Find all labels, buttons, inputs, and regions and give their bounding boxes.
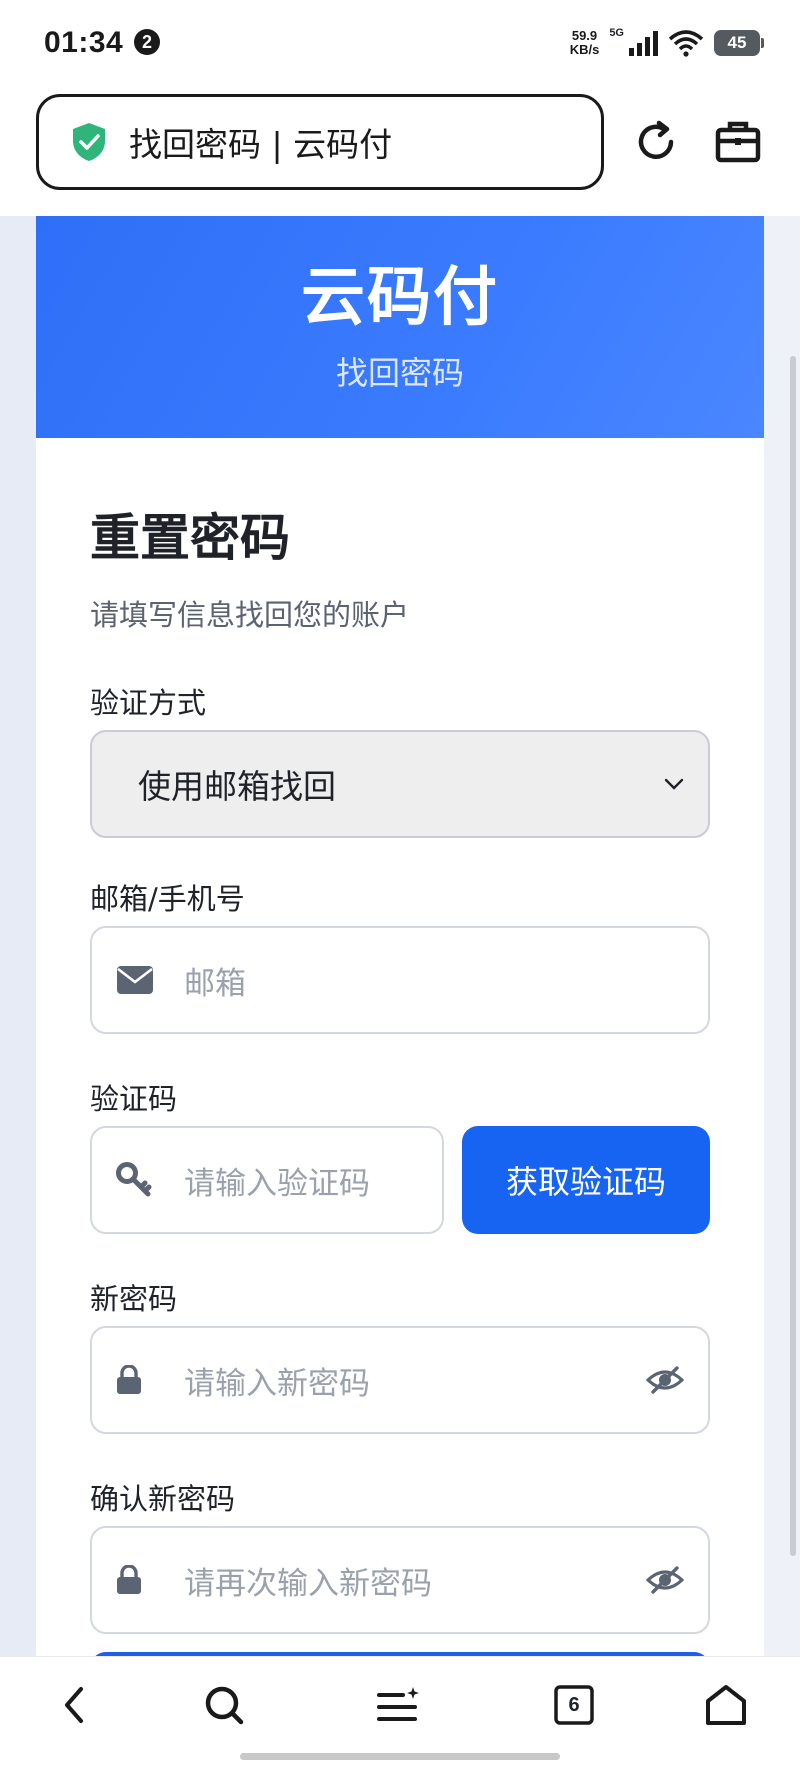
status-bar: 01:34 2 59.9 KB/s 5G 45 — [0, 0, 800, 86]
confirm-password-input[interactable]: 请再次输入新密码 — [90, 1526, 710, 1634]
browser-toolbar: 找回密码 | 云码付 — [0, 86, 800, 216]
chevron-down-icon — [664, 778, 684, 790]
back-button[interactable] — [44, 1675, 104, 1735]
method-select[interactable]: 使用邮箱找回 — [90, 730, 710, 838]
code-label: 验证码 — [90, 1082, 178, 1116]
menu-button[interactable] — [368, 1675, 428, 1735]
briefcase-icon — [715, 121, 761, 163]
brand-subtitle: 找回密码 — [335, 354, 464, 392]
status-indicators: 59.9 KB/s 5G 45 — [570, 26, 764, 60]
account-placeholder: 邮箱 — [184, 965, 246, 1002]
search-button[interactable] — [194, 1675, 254, 1735]
gesture-home-indicator[interactable] — [240, 1753, 560, 1760]
confirm-password-placeholder: 请再次输入新密码 — [184, 1565, 432, 1602]
network-speed: 59.9 KB/s — [570, 29, 600, 57]
address-text: 找回密码 | 云码付 — [129, 125, 393, 164]
account-label: 邮箱/手机号 — [90, 882, 245, 916]
envelope-icon — [117, 966, 153, 994]
web-page[interactable]: 云码付 找回密码 重置密码 请填写信息找回您的账户 验证方式 使用邮箱找回 邮箱… — [0, 216, 800, 1656]
reload-button[interactable] — [630, 116, 682, 168]
wifi-icon — [668, 30, 704, 57]
brand-title: 云码付 — [301, 261, 499, 335]
form-title: 重置密码 — [90, 509, 290, 567]
eye-slash-icon[interactable] — [646, 1566, 684, 1594]
toolbox-button[interactable] — [712, 116, 764, 168]
signal-type-label: 5G — [609, 27, 624, 39]
form-subtitle: 请填写信息找回您的账户 — [90, 598, 410, 632]
shield-check-icon — [73, 123, 105, 161]
page-scrollbar[interactable] — [790, 356, 796, 1556]
browser-bottom-nav: 6 — [0, 1656, 800, 1768]
code-placeholder: 请输入验证码 — [184, 1165, 370, 1202]
home-icon — [706, 1685, 746, 1725]
code-input[interactable]: 请输入验证码 — [90, 1126, 444, 1234]
search-icon — [205, 1686, 244, 1725]
address-bar[interactable]: 找回密码 | 云码付 — [36, 94, 604, 190]
lock-icon — [117, 1365, 141, 1394]
network-speed-unit: KB/s — [569, 42, 600, 57]
signal-bars-icon — [629, 31, 658, 56]
status-time: 01:34 — [44, 26, 124, 59]
home-button[interactable] — [696, 1675, 756, 1735]
new-password-input[interactable]: 请输入新密码 — [90, 1326, 710, 1434]
new-password-label: 新密码 — [90, 1282, 178, 1316]
method-selected-value: 使用邮箱找回 — [138, 767, 336, 806]
tabs-button[interactable]: 6 — [544, 1675, 604, 1735]
reset-form: 重置密码 请填写信息找回您的账户 验证方式 使用邮箱找回 邮箱/手机号 邮箱 验… — [90, 498, 710, 1634]
chevron-left-icon — [65, 1687, 83, 1723]
notification-count-badge: 2 — [134, 29, 160, 55]
new-password-placeholder: 请输入新密码 — [184, 1365, 370, 1402]
get-code-button[interactable]: 获取验证码 — [462, 1126, 710, 1234]
brand-header: 云码付 找回密码 — [36, 216, 764, 438]
eye-slash-icon[interactable] — [646, 1366, 684, 1394]
menu-sparkle-icon — [377, 1687, 419, 1721]
network-speed-value: 59.9 — [571, 28, 598, 43]
confirm-password-label: 确认新密码 — [90, 1482, 236, 1516]
battery-indicator: 45 — [714, 30, 764, 56]
reload-icon — [638, 120, 674, 159]
method-label: 验证方式 — [90, 686, 207, 720]
key-icon — [116, 1162, 152, 1197]
tab-count: 6 — [568, 1693, 580, 1716]
reset-password-card: 云码付 找回密码 重置密码 请填写信息找回您的账户 验证方式 使用邮箱找回 邮箱… — [36, 216, 764, 1656]
account-input[interactable]: 邮箱 — [90, 926, 710, 1034]
lock-icon — [117, 1565, 141, 1594]
